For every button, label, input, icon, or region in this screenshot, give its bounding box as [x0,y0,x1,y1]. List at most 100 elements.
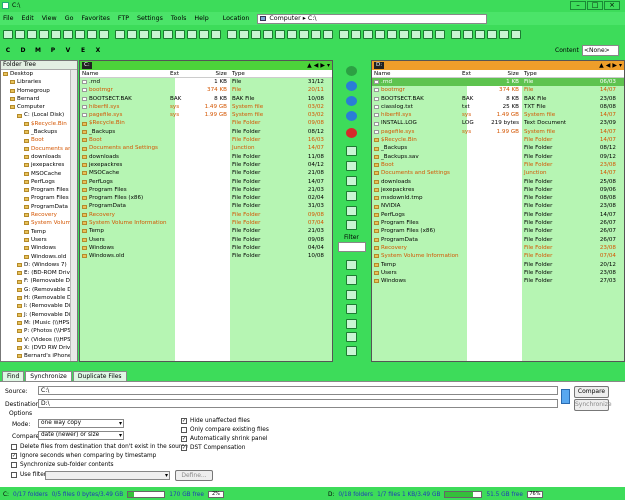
toolbar-button-icon[interactable] [187,29,197,39]
toolbar-button-icon[interactable] [263,29,273,39]
menu-view[interactable]: View [42,15,57,22]
toolbar-button-icon[interactable] [175,29,185,39]
tree-item[interactable]: H: (Removable Di [1,294,77,302]
tree-item[interactable]: Bernard's iPhone [1,352,77,360]
tree-item[interactable]: Boot [1,136,77,144]
minimize-button[interactable]: – [570,1,586,10]
file-row[interactable]: pagefile.sys sys 1.99 GB System file 14/07 [372,128,624,136]
file-row[interactable]: downloads File Folder 25/08 [372,178,624,186]
tree-item[interactable]: E: (BD-ROM Drive [1,269,77,277]
option-checkbox[interactable]: ✓ Hide unaffected files [181,418,250,424]
back-icon[interactable]: ◀ [606,62,611,69]
toolbar-button-icon[interactable] [387,29,397,39]
file-row[interactable]: _Backups File Folder 08/12 [80,128,332,136]
file-row[interactable]: System Volume Information File Folder 07/0… [372,252,624,260]
panel-action-icon[interactable] [346,319,357,329]
option-checkbox[interactable]: Delete files from destination that don't… [11,444,188,450]
tree-scrollbar[interactable] [70,70,77,361]
close-button[interactable]: × [604,1,620,10]
toolbar-button-icon[interactable] [475,29,485,39]
file-row[interactable]: Recovery File Folder 09/08 [80,211,332,219]
tab-synchronize[interactable]: Synchronize [25,371,72,381]
toolbar-button-icon[interactable] [211,29,221,39]
tree-item[interactable]: X: (DVD RW Drive [1,344,77,352]
menu-tools[interactable]: Tools [171,15,187,22]
toolbar-button-icon[interactable] [311,29,321,39]
option-checkbox[interactable]: ✓ Ignore seconds when comparing by timest… [11,453,156,459]
drive-v-button[interactable]: V [63,46,73,56]
file-row[interactable]: Program Files File Folder 26/07 [372,219,624,227]
toolbar-button-icon[interactable] [499,29,509,39]
use-filter-checkbox[interactable]: Use filter: [11,472,48,478]
tree-item[interactable]: J: (Removable Dis [1,311,77,319]
file-row[interactable]: BOOTSECT.BAK BAK 8 KB BAK File 23/08 [372,95,624,103]
checkbox-unchecked[interactable] [11,462,17,468]
up-icon[interactable]: ▲ [599,62,604,69]
panel-action-icon[interactable] [346,332,357,342]
panel-action-icon[interactable] [346,191,357,201]
checkbox-unchecked[interactable] [181,427,187,433]
toolbar-button-icon[interactable] [63,29,73,39]
panel-action-icon[interactable] [346,290,357,300]
file-row[interactable]: Temp File Folder 21/03 [80,227,332,235]
tree-item[interactable]: $Recycle.Bin [1,120,77,128]
tree-item[interactable]: Documents and ... [1,145,77,153]
toolbar-button-icon[interactable] [287,29,297,39]
file-row[interactable]: pagefile.sys sys 1.99 GB System file 03/02 [80,111,332,119]
file-row[interactable]: jexepackres File Folder 04/12 [80,161,332,169]
toolbar-button-icon[interactable] [275,29,285,39]
drive-e-button[interactable]: E [78,46,88,56]
file-row[interactable]: PerfLogs File Folder 14/07 [372,211,624,219]
back-icon[interactable]: ◀ [314,62,319,69]
tree-item[interactable]: Network [1,360,77,361]
file-row[interactable]: Recovery File Folder 23/08 [372,244,624,252]
checkbox-checked[interactable]: ✓ [181,418,187,424]
maximize-button[interactable]: □ [587,1,603,10]
tree-item[interactable]: _Backups [1,128,77,136]
toolbar-button-icon[interactable] [15,29,25,39]
tree-item[interactable]: Program Files [1,186,77,194]
tree-item[interactable]: Program Files (x8 [1,194,77,202]
file-row[interactable]: bootmgr 374 KB File 14/07 [372,86,624,94]
panel-action-icon[interactable] [346,128,357,138]
file-row[interactable]: .rnd 1 KB File 31/12 [80,78,332,86]
history-icon[interactable]: ▾ [327,62,330,69]
menu-help[interactable]: Help [194,15,208,22]
tab-duplicate-files[interactable]: Duplicate Files [72,371,127,381]
location-bar[interactable]: Computer ▸ C:\ [257,13,488,24]
file-row[interactable]: MSOCache File Folder 21/08 [80,169,332,177]
file-row[interactable]: Windows File Folder 27/03 [372,277,624,285]
col-name[interactable]: Name [372,71,462,77]
col-size[interactable]: Size [487,71,522,77]
toolbar-button-icon[interactable] [127,29,137,39]
tree-item[interactable]: F: (Removable Di [1,277,77,285]
file-row[interactable]: Users File Folder 23/08 [372,269,624,277]
tree-item[interactable]: P: (Photos (\\HPS [1,327,77,335]
tree-item[interactable]: D: (Windows 7) [1,261,77,269]
file-row[interactable]: hiberfil.sys sys 1.49 GB System file 14/07 [372,111,624,119]
file-row[interactable]: ProgramData File Folder 26/07 [372,236,624,244]
content-filter-select[interactable]: <None> [582,45,619,56]
panel-action-icon[interactable] [346,346,357,356]
tree-item[interactable]: Users [1,236,77,244]
file-row[interactable]: Documents and Settings Junction 14/07 [80,144,332,152]
up-icon[interactable]: ▲ [307,62,312,69]
drive-p-button[interactable]: P [48,46,58,56]
toolbar-button-icon[interactable] [463,29,473,39]
panel-action-icon[interactable] [346,66,357,76]
drive-c-button[interactable]: C [3,46,13,56]
file-row[interactable]: BOOTSECT.BAK BAK 8 KB BAK File 10/08 [80,95,332,103]
destination-input[interactable]: D:\ [38,399,558,408]
panel-action-icon[interactable] [346,220,357,230]
toolbar-button-icon[interactable] [151,29,161,39]
file-row[interactable]: INSTALL.LOG LOG 219 bytes Text Document 23/0… [372,119,624,127]
option-checkbox[interactable]: Synchronize sub-folder contents [11,462,114,468]
panel-action-icon[interactable] [346,206,357,216]
tree-item[interactable]: jexepackres [1,161,77,169]
col-size[interactable]: Size [195,71,230,77]
file-row[interactable]: Temp File Folder 20/12 [372,261,624,269]
tree-item[interactable]: Desktop [1,70,77,78]
toolbar-button-icon[interactable] [251,29,261,39]
menu-settings[interactable]: Settings [137,15,163,22]
tree-item[interactable]: downloads [1,153,77,161]
